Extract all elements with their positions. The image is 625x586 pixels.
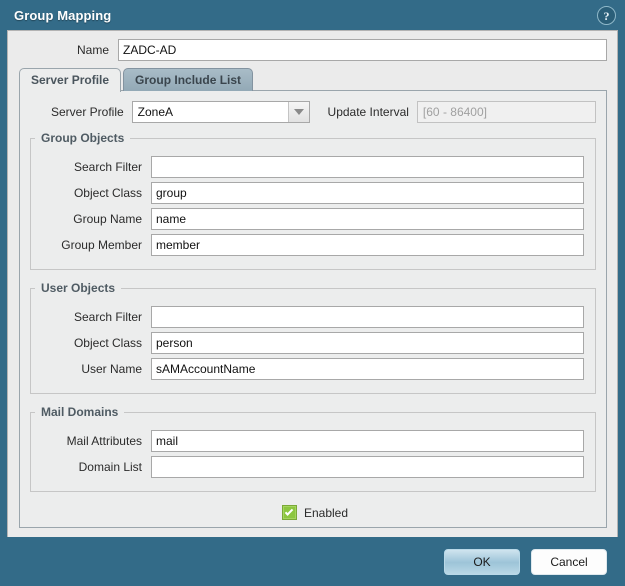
group-name-row: Group Name (31, 208, 584, 230)
enabled-checkbox[interactable] (281, 505, 297, 520)
user-object-class-label: Object Class (73, 336, 142, 350)
mail-domains-legend: Mail Domains (41, 405, 119, 419)
group-search-filter-input[interactable] (151, 156, 584, 178)
domain-list-input[interactable] (151, 456, 584, 478)
name-label: Name (76, 43, 109, 57)
user-name-input[interactable] (151, 358, 584, 380)
group-mapping-dialog: Group Mapping ? Name Server Profile Grou… (0, 0, 625, 586)
ok-button[interactable]: OK (444, 548, 520, 575)
tabstrip: Server Profile Group Include List (8, 67, 617, 92)
checkmark-icon (285, 506, 294, 516)
group-object-class-label: Object Class (73, 186, 142, 200)
name-row: Name (8, 31, 617, 67)
name-input[interactable] (118, 39, 607, 61)
mail-attributes-label: Mail Attributes (66, 434, 142, 448)
tab-server-profile[interactable]: Server Profile (19, 68, 122, 92)
group-object-class-row: Object Class (31, 182, 584, 204)
dialog-body: Name Server Profile Group Include List S… (7, 30, 618, 537)
domain-list-row: Domain List (31, 456, 584, 478)
dialog-title: Group Mapping (14, 7, 112, 23)
cancel-button[interactable]: Cancel (531, 548, 607, 575)
group-member-input[interactable] (151, 234, 584, 256)
group-member-label: Group Member (61, 238, 142, 252)
group-member-row: Group Member (31, 234, 584, 256)
group-objects-section: Group Objects Search Filter Object Class… (30, 131, 596, 270)
user-name-label: User Name (81, 362, 142, 376)
tab-panel-server-profile: Server Profile ZoneA Update Interval Gro… (19, 90, 607, 528)
mail-domains-section: Mail Domains Mail Attributes Domain List (30, 405, 596, 492)
user-search-filter-row: Search Filter (31, 306, 584, 328)
group-name-input[interactable] (151, 208, 584, 230)
server-profile-selected-value: ZoneA (137, 105, 174, 119)
group-search-filter-row: Search Filter (31, 156, 584, 178)
user-objects-section: User Objects Search Filter Object Class … (30, 281, 596, 394)
domain-list-label: Domain List (78, 460, 142, 474)
group-object-class-input[interactable] (151, 182, 584, 204)
server-profile-select[interactable]: ZoneA (131, 101, 311, 123)
group-search-filter-label: Search Filter (73, 160, 142, 174)
server-profile-label: Server Profile (50, 105, 124, 119)
mail-attributes-input[interactable] (151, 430, 584, 452)
user-object-class-row: Object Class (31, 332, 584, 354)
user-object-class-input[interactable] (151, 332, 584, 354)
update-interval-input[interactable] (416, 101, 596, 123)
enabled-row: Enabled (30, 505, 596, 520)
help-circle-icon[interactable]: ? (597, 6, 616, 25)
user-objects-legend: User Objects (41, 281, 116, 295)
enabled-label[interactable]: Enabled (304, 506, 348, 520)
mail-attributes-row: Mail Attributes (31, 430, 584, 452)
user-name-row: User Name (31, 358, 584, 380)
user-search-filter-label: Search Filter (73, 310, 142, 324)
update-interval-label: Update Interval (327, 105, 409, 119)
user-search-filter-input[interactable] (151, 306, 584, 328)
server-profile-row: Server Profile ZoneA Update Interval (30, 101, 596, 123)
group-name-label: Group Name (73, 212, 142, 226)
tab-group-include-list[interactable]: Group Include List (123, 68, 254, 91)
dialog-footer: OK Cancel (0, 537, 625, 586)
help-glyph: ? (603, 8, 610, 23)
dialog-titlebar: Group Mapping ? (0, 0, 625, 30)
group-objects-legend: Group Objects (41, 131, 125, 145)
chevron-down-icon[interactable] (288, 102, 310, 122)
